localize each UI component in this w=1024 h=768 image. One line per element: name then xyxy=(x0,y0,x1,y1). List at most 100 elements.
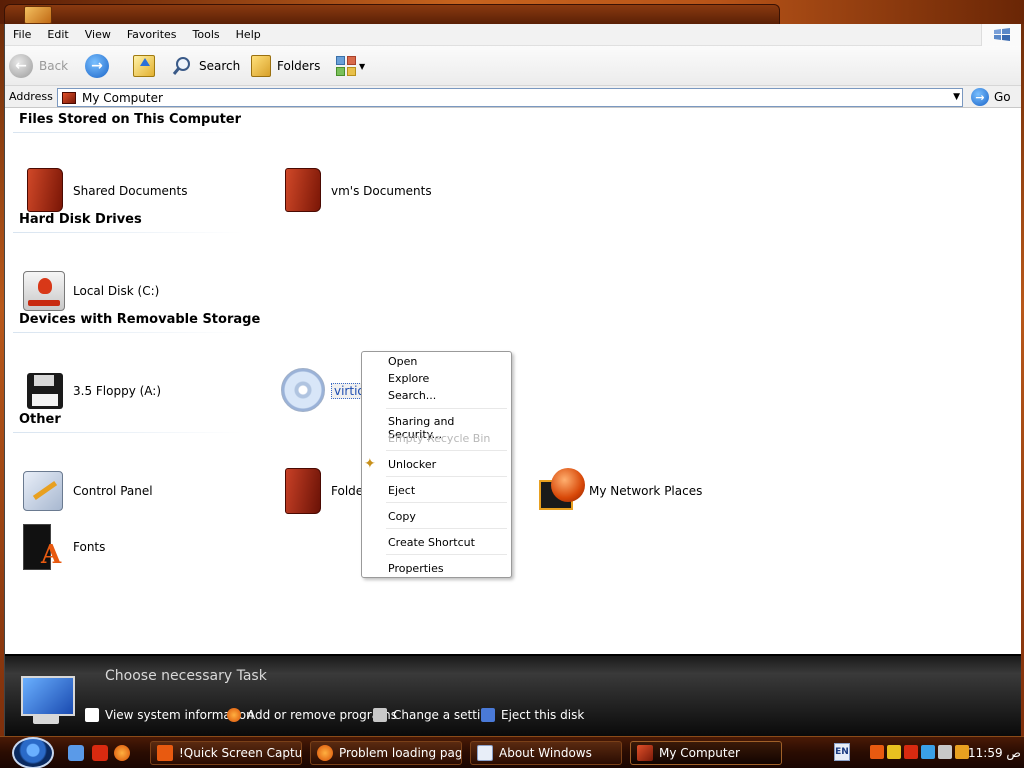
ctx-explore[interactable]: Explore xyxy=(388,372,429,385)
ctx-eject[interactable]: Eject xyxy=(388,484,415,497)
volume-icon[interactable] xyxy=(938,745,952,759)
floppy-disk-icon xyxy=(27,373,63,409)
desktop-title-strip xyxy=(0,0,1024,24)
computer-monitor-icon xyxy=(19,676,75,728)
group-divider xyxy=(13,232,243,233)
window-icon xyxy=(477,745,493,761)
address-label: Address xyxy=(9,90,53,103)
views-icon xyxy=(335,55,357,77)
network-places-icon xyxy=(539,468,585,514)
tray-capture-icon[interactable] xyxy=(870,745,884,759)
ctx-unlocker[interactable]: Unlocker xyxy=(388,458,436,471)
group-divider xyxy=(13,332,243,333)
go-label: Go xyxy=(994,90,1011,104)
item-control-panel[interactable]: Control Panel xyxy=(23,468,153,514)
taskbar-about-windows[interactable]: About Windows xyxy=(470,741,622,765)
menu-view[interactable]: View xyxy=(85,28,111,41)
ctx-separator xyxy=(386,554,507,555)
back-button[interactable]: ← Back xyxy=(9,52,68,80)
search-label: Search xyxy=(199,59,241,73)
firefox-icon xyxy=(317,745,333,761)
menu-file[interactable]: File xyxy=(13,28,31,41)
go-arrow-icon: → xyxy=(971,88,989,106)
shared-folder-icon xyxy=(285,468,321,514)
warning-icon[interactable] xyxy=(887,745,901,759)
ctx-separator xyxy=(386,502,507,503)
ctx-create-shortcut[interactable]: Create Shortcut xyxy=(388,536,475,549)
group-divider xyxy=(13,432,243,433)
firefox-icon[interactable] xyxy=(114,745,130,761)
item-folder[interactable]: Folder xyxy=(281,468,368,514)
up-folder-icon xyxy=(133,55,155,77)
search-button[interactable]: Search xyxy=(171,52,240,80)
window-title-bar[interactable] xyxy=(4,4,780,24)
group-removable-storage: Devices with Removable Storage xyxy=(19,312,261,327)
group-files-stored: Files Stored on This Computer xyxy=(19,112,242,127)
go-button[interactable]: → Go xyxy=(971,88,1011,106)
clock[interactable]: 11:59 ص xyxy=(968,746,1021,760)
task-panel: Choose necessary Task View system inform… xyxy=(5,654,1021,736)
show-desktop-icon[interactable] xyxy=(68,745,84,761)
item-label: Control Panel xyxy=(73,484,153,498)
ctx-open[interactable]: Open xyxy=(388,355,417,368)
pdf-reader-icon[interactable] xyxy=(92,745,108,761)
group-hard-disk-drives: Hard Disk Drives xyxy=(19,212,142,227)
item-label: vm's Documents xyxy=(331,184,432,198)
folders-icon xyxy=(251,55,271,77)
ctx-empty-recycle-bin: Empty Recycle Bin xyxy=(388,432,491,445)
taskbar-button-label: Problem loading page ... xyxy=(339,746,462,760)
taskbar-quick-screen-capture[interactable]: !Quick Screen Capture xyxy=(150,741,302,765)
taskbar-problem-loading-page[interactable]: Problem loading page ... xyxy=(310,741,462,765)
hard-disk-icon xyxy=(23,271,65,311)
menu-bar: File Edit View Favorites Tools Help xyxy=(5,24,1021,46)
item-label: Shared Documents xyxy=(73,184,188,198)
ctx-separator xyxy=(386,450,507,451)
taskbar-button-label: !Quick Screen Capture xyxy=(179,746,302,760)
taskbar: !Quick Screen Capture Problem loading pa… xyxy=(0,736,1024,768)
forward-button[interactable]: → xyxy=(85,52,109,80)
back-arrow-icon: ← xyxy=(9,54,33,78)
task-eject-disk[interactable]: Eject this disk xyxy=(481,708,584,722)
address-input[interactable]: My Computer ▼ xyxy=(57,88,963,107)
item-vm-documents[interactable]: vm's Documents xyxy=(281,168,432,214)
item-cd-drive[interactable]: virtio- xyxy=(281,368,373,414)
standard-toolbar: ← Back → Search Folders ▼ xyxy=(5,46,1021,86)
vm-documents-icon xyxy=(285,168,321,212)
network-icon[interactable] xyxy=(921,745,935,759)
item-network-places[interactable]: My Network Places xyxy=(539,468,702,514)
file-list-pane[interactable]: Files Stored on This Computer Shared Doc… xyxy=(5,108,1021,654)
item-fonts[interactable]: Fonts xyxy=(23,524,105,570)
unlocker-wand-icon: ✦ xyxy=(364,456,376,472)
eject-icon xyxy=(481,708,495,722)
context-menu: Open Explore Search... Sharing and Secur… xyxy=(361,351,512,578)
item-local-disk[interactable]: Local Disk (C:) xyxy=(23,268,159,314)
ctx-search[interactable]: Search... xyxy=(388,389,436,402)
item-label: My Network Places xyxy=(589,484,703,498)
menu-tools[interactable]: Tools xyxy=(193,28,220,41)
up-folder-button[interactable] xyxy=(133,52,155,80)
task-add-remove-programs[interactable]: Add or remove programs xyxy=(227,708,397,722)
item-floppy[interactable]: 3.5 Floppy (A:) xyxy=(23,368,161,414)
task-label: Eject this disk xyxy=(501,708,585,722)
windows-logo-icon xyxy=(981,24,1021,46)
menu-favorites[interactable]: Favorites xyxy=(127,28,177,41)
start-button[interactable] xyxy=(12,737,54,768)
back-label: Back xyxy=(39,59,69,73)
ctx-copy[interactable]: Copy xyxy=(388,510,416,523)
taskbar-my-computer[interactable]: My Computer xyxy=(630,741,782,765)
tray-wand-icon[interactable] xyxy=(955,745,969,759)
system-tray: EN xyxy=(834,743,972,761)
item-shared-documents[interactable]: Shared Documents xyxy=(23,168,187,214)
tray-app-icon[interactable] xyxy=(904,745,918,759)
views-button[interactable]: ▼ xyxy=(335,52,365,80)
control-panel-icon xyxy=(23,471,63,511)
address-dropdown-icon[interactable]: ▼ xyxy=(953,92,960,102)
task-change-setting[interactable]: Change a setting xyxy=(373,708,496,722)
search-icon xyxy=(172,57,190,75)
ctx-properties[interactable]: Properties xyxy=(388,562,444,575)
forward-arrow-icon: → xyxy=(85,54,109,78)
menu-edit[interactable]: Edit xyxy=(47,28,68,41)
folders-button[interactable]: Folders xyxy=(251,52,320,80)
menu-help[interactable]: Help xyxy=(236,28,261,41)
language-indicator[interactable]: EN xyxy=(834,743,850,761)
